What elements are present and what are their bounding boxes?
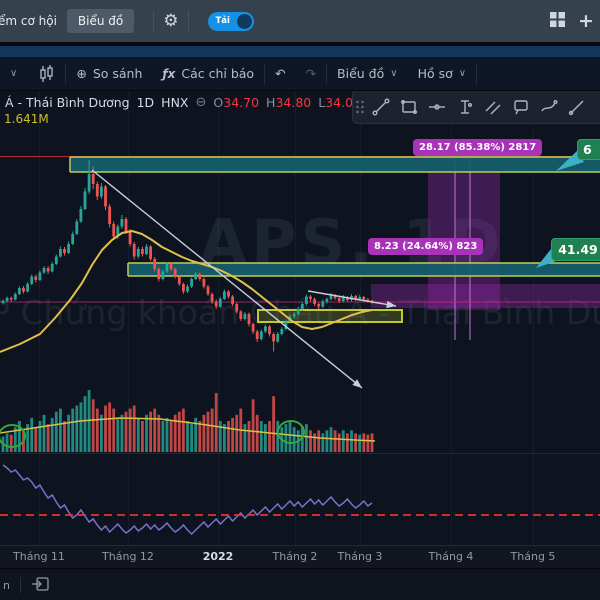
indicators-button[interactable]: ƒx Các chỉ báo [152, 66, 264, 81]
trend-line-tool-icon[interactable] [367, 90, 395, 123]
fx-icon: ƒx [162, 66, 176, 81]
divider [19, 577, 21, 593]
chevron-down-icon: ∨ [390, 68, 398, 79]
price-level-label-41-49[interactable]: 41.49 [551, 238, 600, 261]
opportunity-points-link[interactable]: ểm cơ hội [0, 14, 65, 28]
volume-value: 1.641M [4, 112, 49, 126]
price-range-label-1[interactable]: 28.17 (85.38%) 2817 [413, 139, 543, 156]
profile-menu-label: Hồ sơ [417, 66, 453, 81]
axis-month-label: 2022 [202, 550, 234, 563]
top-app-bar: ểm cơ hội Biểu đồ ⚙ Tải + [0, 0, 600, 42]
divider [187, 11, 189, 31]
compare-button[interactable]: ⊕ So sánh [66, 66, 152, 81]
axis-month-label: Tháng 5 [510, 550, 556, 563]
toggle-knob [236, 13, 252, 29]
measure-tool-icon[interactable] [451, 90, 479, 123]
chevron-down-icon: ∨ [458, 68, 467, 79]
open-label: O [213, 95, 224, 110]
rectangle-tool-icon[interactable] [395, 90, 423, 123]
interval-button[interactable]: 1D [137, 95, 155, 110]
collapse-ohlc-icon[interactable]: ⊖ [196, 95, 207, 110]
chart-menu-label: Biểu đồ [337, 66, 385, 81]
layout-grid-icon[interactable] [549, 11, 566, 31]
browser-strip [0, 46, 600, 57]
divider [153, 11, 155, 31]
profile-menu-button[interactable]: Hồ sơ ∨ [408, 66, 477, 81]
undo-icon[interactable]: ↶ [265, 66, 295, 81]
candlestick-style-icon[interactable] [27, 64, 65, 83]
bottom-bar: n [0, 568, 600, 600]
chart-menu-button[interactable]: Biểu đồ ∨ [327, 66, 408, 81]
horizontal-line-tool-icon[interactable] [423, 90, 451, 123]
collapse-panel-icon[interactable]: ∨ [0, 68, 27, 79]
high-value: 34.80 [275, 95, 312, 110]
exchange-label: HNX [161, 95, 189, 110]
time-axis[interactable]: Tháng 11 Tháng 12 2022 Tháng 2 Tháng 3 Tháng … [0, 545, 600, 568]
indicators-label: Các chỉ báo [181, 66, 255, 81]
gear-icon[interactable]: ⚙ [163, 12, 178, 30]
price-level-label-top[interactable]: 6 [577, 139, 600, 160]
price-range-label-2[interactable]: 8.23 (24.64%) 823 [368, 238, 484, 255]
symbol-name[interactable]: Á - Thái Bình Dương [5, 95, 130, 110]
axis-month-label: Tháng 11 [13, 550, 65, 563]
compare-icon: ⊕ [76, 66, 87, 81]
ray-line-tool-icon[interactable] [563, 90, 591, 123]
go-to-date-icon[interactable] [31, 576, 50, 595]
brush-tool-icon[interactable] [535, 90, 563, 123]
load-toggle[interactable]: Tải [207, 11, 254, 31]
divider [476, 63, 478, 84]
open-value: 34.70 [223, 95, 260, 110]
axis-month-label: Tháng 3 [337, 550, 383, 563]
add-icon[interactable]: + [578, 10, 596, 32]
redo-icon[interactable]: ↷ [296, 66, 326, 81]
callout-tool-icon[interactable] [507, 90, 535, 123]
floating-drawing-toolbar [352, 89, 600, 124]
axis-month-label: Tháng 4 [428, 550, 474, 563]
axis-month-label: Tháng 2 [272, 550, 318, 563]
toolbar-drag-handle-icon[interactable] [353, 90, 367, 123]
bottom-left-text: n [3, 578, 10, 592]
chart-toolbar: ∨ ⊕ So sánh ƒx Các chỉ báo ↶ ↷ Biểu đồ ∨… [0, 57, 600, 91]
toggle-label: Tải [215, 16, 230, 26]
compare-label: So sánh [92, 66, 143, 81]
parallel-channel-tool-icon[interactable] [479, 90, 507, 123]
chart-tab-button[interactable]: Biểu đồ [66, 9, 135, 33]
axis-month-label: Tháng 12 [102, 550, 154, 563]
trading-app-window: APS, 1DCTCP Chứng khoán Châu Á - Thái Bì… [0, 0, 600, 600]
